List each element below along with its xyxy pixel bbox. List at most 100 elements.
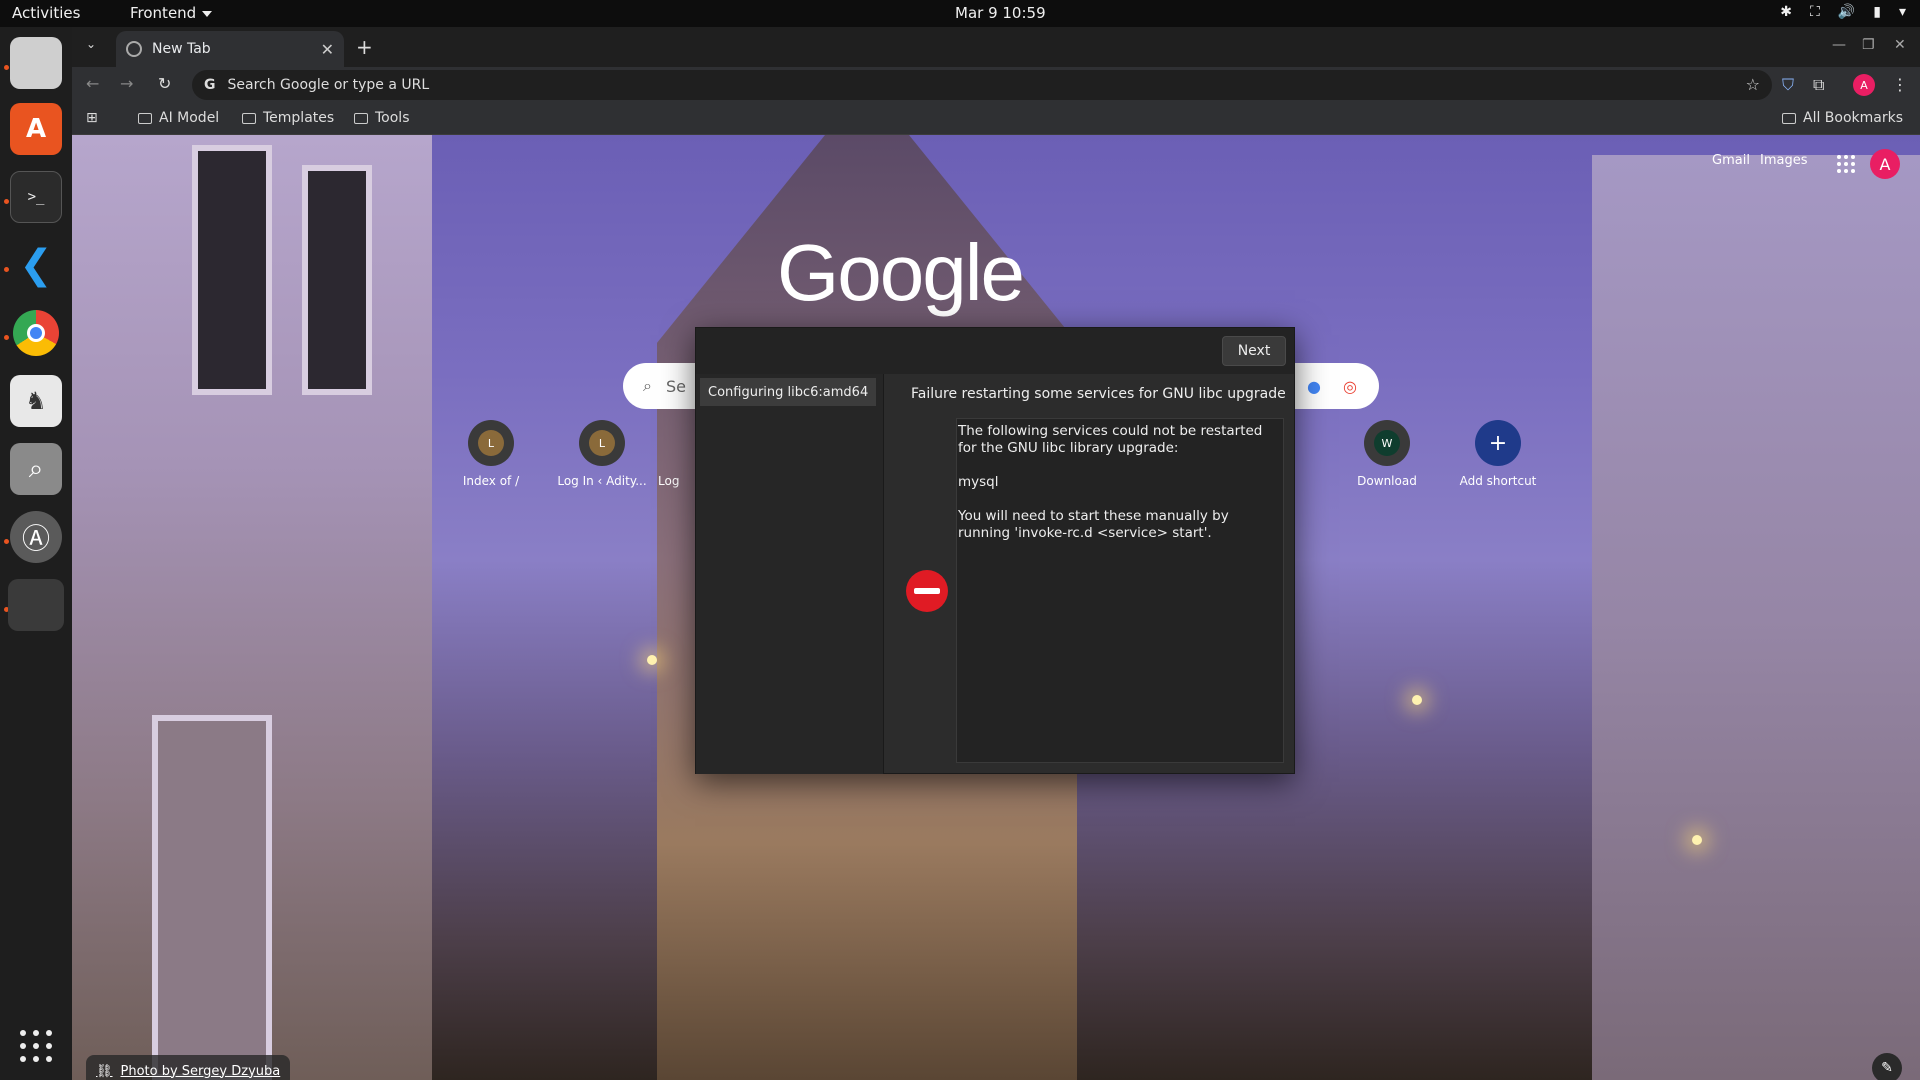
customize-pencil-icon[interactable]: ✎ xyxy=(1872,1053,1902,1080)
extensions-icon[interactable]: ⧉ xyxy=(1813,75,1824,95)
vscode-icon[interactable]: ❮ xyxy=(10,239,62,291)
photo-credit-link[interactable]: ⛓ Photo by Sergey Dzyuba xyxy=(86,1055,291,1080)
folder-icon xyxy=(242,112,256,124)
lens-icon[interactable]: ◎ xyxy=(1343,377,1357,396)
gmail-link[interactable]: Gmail xyxy=(1712,153,1750,168)
bookmark-label: Tools xyxy=(375,110,410,126)
extension-icon[interactable]: ✱ xyxy=(1780,4,1792,20)
clock[interactable]: Mar 9 10:59 xyxy=(955,4,1046,22)
google-icon: G xyxy=(204,77,216,93)
shortcut-label: Add shortcut xyxy=(1459,474,1537,488)
forward-icon[interactable]: → xyxy=(120,74,133,93)
folder-icon xyxy=(138,112,152,124)
password-manager-icon[interactable]: ⛉ xyxy=(1782,75,1794,95)
apps-icon[interactable]: ⊞ xyxy=(86,110,98,126)
gimp-icon[interactable]: ♞ xyxy=(10,375,62,427)
dock: A >_ ❮ ♞ ⌕ Ⓐ xyxy=(0,27,72,1080)
running-indicator xyxy=(4,539,9,544)
running-indicator xyxy=(4,335,9,340)
bookmark-label: AI Model xyxy=(159,110,220,126)
dialog-steps-sidebar: Configuring libc6:amd64 xyxy=(696,374,884,774)
reload-icon[interactable]: ↻ xyxy=(158,74,171,93)
blank-window-icon[interactable] xyxy=(8,579,64,631)
tab-strip: ⌄ New Tab ✕ + — ❐ ✕ xyxy=(72,27,1920,67)
all-bookmarks-button[interactable]: All Bookmarks xyxy=(1782,110,1903,126)
tab-search-icon[interactable]: ⌄ xyxy=(86,37,96,51)
background-door xyxy=(152,715,272,1080)
files-icon[interactable] xyxy=(10,37,62,89)
toolbar: ← → ↻ G Search Google or type a URL ☆ ⛉ … xyxy=(72,67,1920,103)
chevron-down-icon xyxy=(202,10,213,17)
street-lamp xyxy=(647,655,657,665)
debconf-dialog: Next Configuring libc6:amd64 Failure res… xyxy=(695,327,1295,774)
running-indicator xyxy=(4,65,9,70)
close-window-icon[interactable]: ✕ xyxy=(1894,37,1906,53)
plus-icon: + xyxy=(1475,420,1521,466)
close-tab-icon[interactable]: ✕ xyxy=(321,40,334,59)
search-icon: ⌕ xyxy=(643,376,652,395)
bookmark-label: Templates xyxy=(263,110,335,126)
message-paragraph: The following services could not be rest… xyxy=(958,423,1263,456)
background-building-left xyxy=(72,135,432,1080)
menu-icon[interactable]: ⋮ xyxy=(1892,75,1908,94)
google-apps-icon[interactable] xyxy=(1837,155,1855,173)
minimize-icon[interactable]: — xyxy=(1832,37,1846,53)
terminal-icon[interactable]: >_ xyxy=(10,171,62,223)
app-center-icon[interactable]: A xyxy=(10,103,62,155)
profile-avatar[interactable]: A xyxy=(1853,74,1875,96)
shortcut-label: Log In ‹ Adity... xyxy=(557,474,647,488)
shortcut-tile[interactable]: L Index of / xyxy=(436,420,546,488)
shortcut-tile[interactable]: Log xyxy=(658,420,688,488)
bookmark-folder-templates[interactable]: Templates xyxy=(242,110,334,126)
chrome-icon[interactable] xyxy=(10,307,62,359)
background-building-right xyxy=(1592,155,1920,1080)
shortcut-tile[interactable]: W Download xyxy=(1332,420,1442,488)
all-bookmarks-label: All Bookmarks xyxy=(1803,110,1904,126)
shortcut-label: Log xyxy=(658,474,680,488)
account-avatar[interactable]: A xyxy=(1870,149,1900,179)
add-shortcut-button[interactable]: + Add shortcut xyxy=(1443,420,1553,488)
shortcut-tile[interactable]: L Log In ‹ Adity... xyxy=(547,420,657,488)
search-placeholder: Se xyxy=(665,376,686,396)
show-apps-button[interactable] xyxy=(20,1030,52,1062)
image-viewer-icon[interactable]: ⌕ xyxy=(10,443,62,495)
back-icon[interactable]: ← xyxy=(86,74,99,93)
next-button[interactable]: Next xyxy=(1222,336,1286,366)
software-updater-icon[interactable]: Ⓐ xyxy=(10,511,62,563)
dialog-message: The following services could not be rest… xyxy=(956,418,1284,763)
battery-icon[interactable]: ▮ xyxy=(1873,4,1881,20)
shortcut-favicon: L xyxy=(579,420,625,466)
network-icon[interactable]: ⛶ xyxy=(1810,4,1820,20)
shortcut-label: Download xyxy=(1357,474,1417,488)
google-logo: Google xyxy=(777,228,1025,317)
restore-icon[interactable]: ❐ xyxy=(1862,37,1875,53)
address-placeholder: Search Google or type a URL xyxy=(227,77,430,93)
activities-button[interactable]: Activities xyxy=(12,4,80,22)
system-tray[interactable]: ✱ ⛶ 🔊 ▮ ▾ xyxy=(1780,4,1906,20)
tab-new-tab[interactable]: New Tab ✕ xyxy=(116,31,344,67)
top-bar: Activities Frontend Mar 9 10:59 ✱ ⛶ 🔊 ▮ … xyxy=(0,0,1920,27)
shortcut-label: Index of / xyxy=(462,474,520,488)
background-window xyxy=(192,145,272,395)
bookmark-folder-tools[interactable]: Tools xyxy=(354,110,410,126)
street-lamp xyxy=(1692,835,1702,845)
folder-icon xyxy=(354,112,368,124)
new-tab-button[interactable]: + xyxy=(356,35,373,59)
background-window xyxy=(302,165,372,395)
volume-icon[interactable]: 🔊 xyxy=(1838,4,1855,20)
message-paragraph: You will need to start these manually by… xyxy=(958,508,1229,541)
step-configuring: Configuring libc6:amd64 xyxy=(700,378,876,406)
running-indicator xyxy=(4,199,9,204)
shortcut-favicon: L xyxy=(468,420,514,466)
app-menu[interactable]: Frontend xyxy=(130,4,213,22)
address-bar[interactable]: G Search Google or type a URL ☆ xyxy=(192,70,1772,100)
street-lamp xyxy=(1412,695,1422,705)
images-link[interactable]: Images xyxy=(1760,153,1808,168)
voice-search-icon[interactable]: ● xyxy=(1307,377,1321,396)
bookmark-folder-ai-model[interactable]: AI Model xyxy=(138,110,219,126)
tab-title: New Tab xyxy=(152,41,211,57)
bookmark-star-icon[interactable]: ☆ xyxy=(1746,75,1760,94)
bookmarks-bar: ⊞ AI Model Templates Tools All Bookmarks xyxy=(72,103,1920,135)
power-menu-icon[interactable]: ▾ xyxy=(1899,4,1906,20)
running-indicator xyxy=(4,267,9,272)
